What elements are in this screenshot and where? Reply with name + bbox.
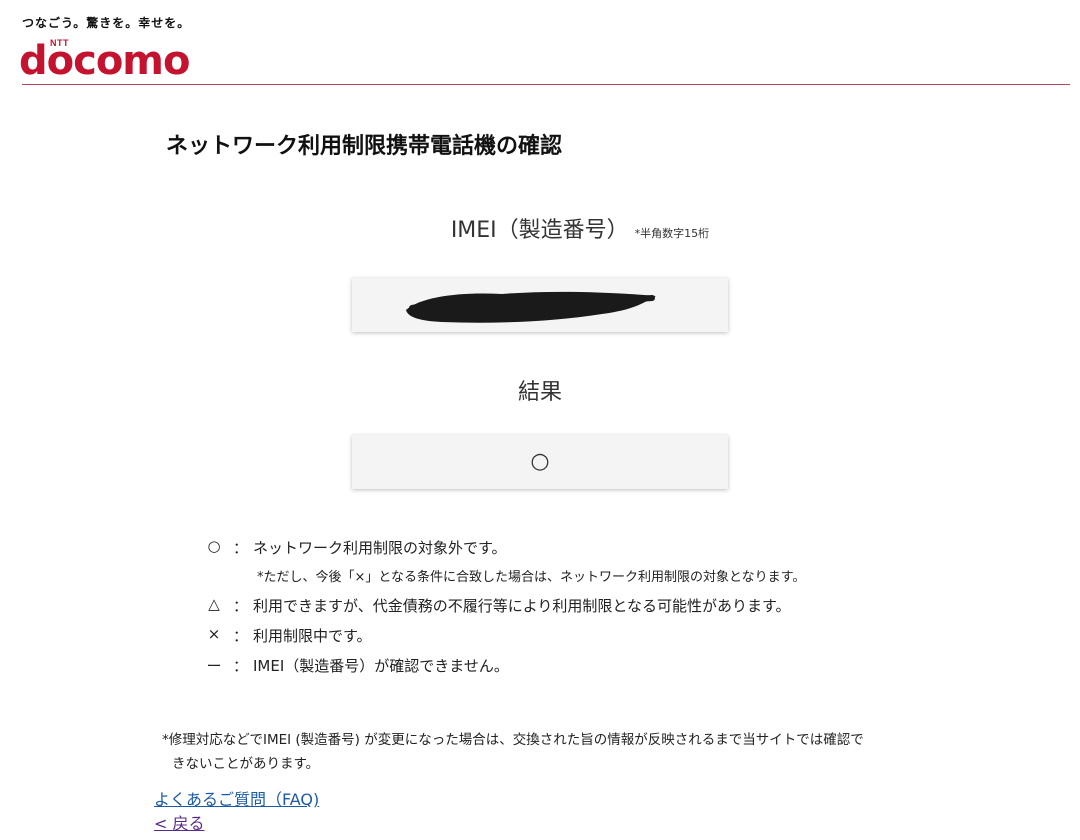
legend-symbol: ○ bbox=[207, 537, 221, 555]
legend-colon: ： bbox=[233, 539, 249, 557]
site-header: つなごう。驚きを。幸せを。 docomo NTT bbox=[0, 0, 1080, 86]
ntt-logo-mark: NTT bbox=[50, 38, 69, 48]
page-title: ネットワーク利用制限携帯電話機の確認 bbox=[166, 134, 563, 159]
legend-subnote: *ただし、今後「×」となる条件に合致した場合は、ネットワーク利用制限の対象となり… bbox=[257, 570, 806, 585]
footnote-line: きないことがあります。 bbox=[172, 756, 320, 772]
footnote-line: *修理対応などでIMEI (製造番号) が変更になった場合は、交換された旨の情報… bbox=[162, 732, 864, 748]
result-value: ○ bbox=[530, 449, 550, 474]
legend-item: ー ： IMEI（製造番号）が確認できません。 bbox=[203, 655, 805, 685]
legend-item: △ ： 利用できますが、代金債務の不履行等により利用制限となる可能性があります。 bbox=[203, 595, 805, 625]
imei-label: IMEI（製造番号） bbox=[450, 218, 629, 243]
legend-item: ○ ： ネットワーク利用制限の対象外です。 bbox=[203, 537, 805, 567]
legend-symbol: × bbox=[207, 625, 221, 643]
result-legend: ○ ： ネットワーク利用制限の対象外です。 *ただし、今後「×」となる条件に合致… bbox=[203, 537, 805, 685]
legend-text: IMEI（製造番号）が確認できません。 bbox=[253, 657, 509, 675]
legend-colon: ： bbox=[233, 657, 249, 675]
redaction-mark bbox=[406, 291, 656, 323]
tagline: つなごう。驚きを。幸せを。 bbox=[22, 16, 191, 30]
legend-item: × ： 利用制限中です。 bbox=[203, 625, 805, 655]
legend-colon: ： bbox=[233, 597, 249, 615]
legend-colon: ： bbox=[233, 627, 249, 645]
legend-text: ネットワーク利用制限の対象外です。 bbox=[253, 539, 507, 557]
header-divider bbox=[22, 84, 1070, 85]
result-label: 結果 bbox=[517, 380, 562, 405]
docomo-logo[interactable]: docomo bbox=[19, 38, 190, 84]
legend-text: 利用できますが、代金債務の不履行等により利用制限となる可能性があります。 bbox=[253, 597, 791, 615]
footnote: *修理対応などでIMEI (製造番号) が変更になった場合は、交換された旨の情報… bbox=[162, 728, 942, 776]
legend-text: 利用制限中です。 bbox=[253, 627, 372, 645]
back-link[interactable]: < 戻る bbox=[154, 810, 205, 834]
faq-link[interactable]: よくあるご質問（FAQ) bbox=[154, 786, 319, 810]
imei-note: *半角数字15桁 bbox=[634, 227, 710, 240]
legend-symbol: △ bbox=[208, 595, 220, 613]
imei-field[interactable] bbox=[352, 278, 728, 332]
imei-label-row: IMEI（製造番号） *半角数字15桁 bbox=[0, 212, 1080, 244]
legend-symbol: ー bbox=[206, 657, 222, 675]
result-field: ○ bbox=[352, 435, 728, 489]
